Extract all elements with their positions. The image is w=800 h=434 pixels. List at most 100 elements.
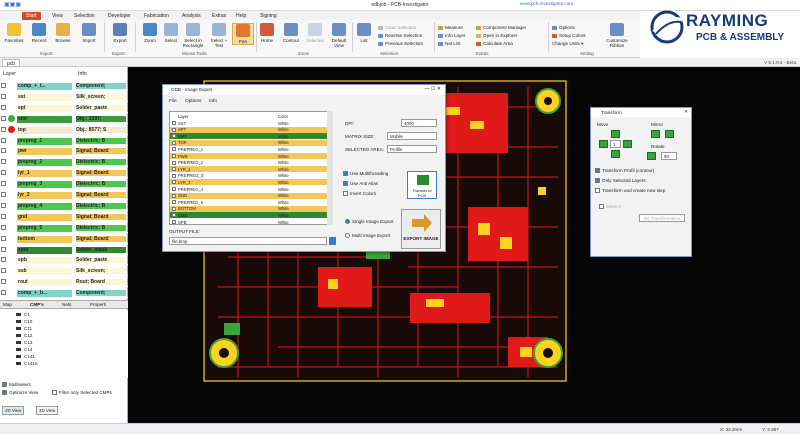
layer-visibility-checkbox[interactable] <box>1 279 6 285</box>
layer-export-checkbox[interactable] <box>172 121 176 125</box>
export-button[interactable]: Export <box>109 23 131 43</box>
output-file-field[interactable]: file.bmp <box>169 237 327 245</box>
rotate-icon[interactable] <box>647 152 656 160</box>
table-row[interactable]: SMT White <box>170 133 328 140</box>
layer-export-checkbox[interactable] <box>172 220 176 224</box>
layer-visibility-checkbox[interactable] <box>1 137 6 143</box>
dpi-field[interactable]: 4000 <box>401 119 437 127</box>
tab-signing[interactable]: Signing <box>256 12 281 20</box>
3d-view-button[interactable]: 3D View <box>36 406 59 415</box>
layer-row[interactable]: smt Obj.: 1597; <box>0 114 128 124</box>
layer-row[interactable]: bottom Signal; Board <box>0 234 128 244</box>
multi-image-radio[interactable]: Multi Image Export <box>345 233 390 239</box>
table-row[interactable]: SPT White <box>170 126 328 133</box>
default-view-button[interactable]: Default View <box>328 23 350 48</box>
layer-row[interactable]: lyr_2 Signal; Board <box>0 190 128 200</box>
net-list-button[interactable]: Net List <box>438 41 461 46</box>
select-rectangle-button[interactable]: Select in Rectangle <box>182 23 204 48</box>
browse-folder-icon[interactable] <box>329 237 336 245</box>
layer-row[interactable]: pwr Signal; Board <box>0 146 128 157</box>
layer-visibility-checkbox[interactable] <box>1 257 6 263</box>
layer-visibility-checkbox[interactable] <box>1 83 6 88</box>
table-row[interactable]: LYR_1 White <box>170 166 328 173</box>
table-row[interactable]: PREPREG_3 White <box>170 172 328 179</box>
layer-row[interactable]: smb Solder_mask <box>0 245 128 255</box>
pan-button[interactable]: Pan <box>232 23 254 45</box>
table-row[interactable]: PREPREG_1 White <box>170 146 328 153</box>
options-button[interactable]: Options <box>552 25 575 30</box>
layer-visibility-checkbox[interactable] <box>1 126 6 132</box>
layer-row[interactable]: comp_+_b... Component; <box>0 288 128 299</box>
layer-export-checkbox[interactable] <box>172 180 176 185</box>
do-transformation-button[interactable]: Do Transformation <box>639 214 685 222</box>
matrix-size-select[interactable]: Mobile <box>387 132 437 140</box>
clear-selection-button[interactable]: Clear Selection <box>378 25 416 30</box>
layer-row[interactable]: prepreg_5 Dielectric; B <box>0 223 128 233</box>
table-row[interactable]: SMB White <box>170 212 328 219</box>
layer-export-checkbox[interactable] <box>172 160 176 165</box>
layer-visibility-checkbox[interactable] <box>1 170 6 176</box>
layer-visibility-checkbox[interactable] <box>1 93 6 99</box>
table-row[interactable]: TOP White <box>170 139 328 146</box>
quick-access-icons[interactable]: ▣▣▣ <box>4 1 21 8</box>
table-row[interactable]: PREPREG_5 White <box>170 199 328 206</box>
home-button[interactable]: Home <box>256 23 278 43</box>
layer-row[interactable]: spb Solder_paste <box>0 255 128 266</box>
measure-button[interactable]: Measure <box>438 25 463 30</box>
layer-export-checkbox[interactable] <box>172 127 176 132</box>
mirror-horizontal-icon[interactable] <box>651 130 660 138</box>
layer-export-checkbox[interactable] <box>172 213 176 218</box>
tab-help[interactable]: Help <box>232 12 250 20</box>
list-item[interactable]: C13 <box>16 340 32 345</box>
layer-row[interactable]: prepreg_2 Dielectric; B <box>0 157 128 168</box>
close-icon[interactable]: ✕ <box>684 109 688 115</box>
layer-row[interactable]: spt Solder_paste <box>0 103 128 113</box>
layer-row[interactable]: prepreg_4 Dielectric; B <box>0 201 128 211</box>
layer-visibility-checkbox[interactable] <box>1 115 6 121</box>
move-zero-checkbox[interactable]: Move 0 <box>599 204 621 210</box>
tab-cmps[interactable]: CMP's <box>30 302 44 307</box>
layer-export-checkbox[interactable] <box>172 140 176 145</box>
move-down-icon[interactable] <box>611 150 620 158</box>
move-left-icon[interactable] <box>599 140 608 148</box>
layer-row[interactable]: comp_+_t... Component; <box>0 81 128 91</box>
tab-selection[interactable]: Selection <box>70 12 99 20</box>
selected-button[interactable]: Selected <box>304 23 326 43</box>
table-row[interactable]: BOTTOM White <box>170 205 328 212</box>
menu-file[interactable]: File <box>169 99 177 104</box>
table-row[interactable]: SPB White <box>170 219 328 224</box>
tab-nets[interactable]: Nets <box>62 302 71 307</box>
layer-visibility-checkbox[interactable] <box>1 202 6 208</box>
tab-developer[interactable]: Developer <box>104 12 135 20</box>
create-new-step-checkbox[interactable]: Transform and create new step <box>595 188 665 194</box>
table-scrollbar[interactable] <box>327 111 333 225</box>
list-item[interactable]: C11 <box>16 326 32 331</box>
table-row[interactable]: SST White <box>170 120 328 126</box>
layer-export-checkbox[interactable] <box>172 154 176 158</box>
layer-visibility-checkbox[interactable] <box>1 246 6 252</box>
change-units-button[interactable]: Change Units ▾ <box>552 41 583 47</box>
list-item[interactable]: C14 <box>16 347 32 352</box>
contour-button[interactable]: Contour <box>280 23 302 43</box>
website-link[interactable]: www.pcb-investigator.com <box>520 1 573 6</box>
info-layer-button[interactable]: Info Layer <box>438 33 465 38</box>
previous-selection-button[interactable]: Previous Selection <box>378 41 423 46</box>
mirror-vertical-icon[interactable] <box>665 130 674 138</box>
layer-visibility-checkbox[interactable] <box>1 290 6 296</box>
move-step-field[interactable]: 1 <box>610 140 621 148</box>
move-up-icon[interactable] <box>611 130 620 138</box>
move-right-icon[interactable] <box>623 140 632 148</box>
layer-export-checkbox[interactable] <box>172 167 176 172</box>
rotate-angle-field[interactable]: 90 <box>661 152 677 160</box>
layer-export-checkbox[interactable] <box>172 193 176 198</box>
layer-row[interactable]: sst Silk_screen; <box>0 92 128 102</box>
layer-export-checkbox[interactable] <box>172 206 176 211</box>
layer-export-checkbox[interactable] <box>172 173 176 178</box>
optimize-view-checkbox[interactable]: Optimize View <box>2 390 38 396</box>
menu-info[interactable]: Info <box>209 99 217 104</box>
table-row[interactable]: PREPREG_2 White <box>170 159 328 166</box>
layer-visibility-checkbox[interactable] <box>1 148 6 154</box>
tab-extras[interactable]: Extras <box>208 12 230 20</box>
recent-button[interactable]: Recent <box>28 23 50 43</box>
tab-fabrication[interactable]: Fabrication <box>140 12 173 20</box>
